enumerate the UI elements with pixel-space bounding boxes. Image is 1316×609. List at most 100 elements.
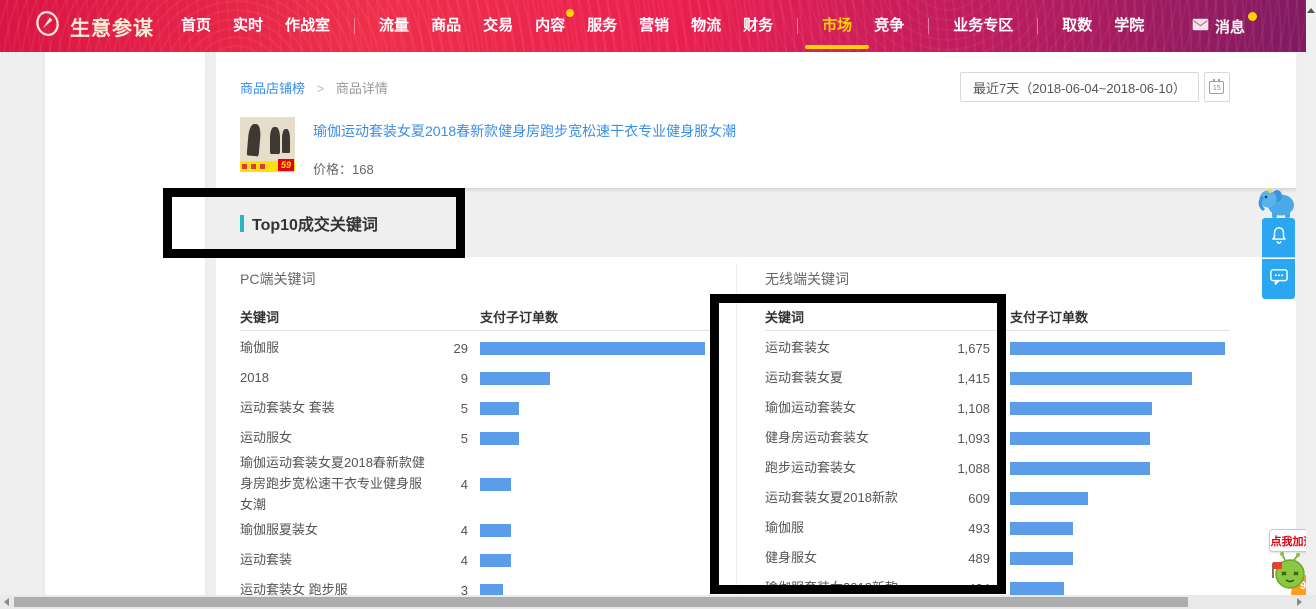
orders-bar-track <box>1010 462 1225 475</box>
notifications-button[interactable] <box>1262 218 1295 258</box>
breadcrumb-current: 商品详情 <box>336 81 388 96</box>
nav-item-label: 学院 <box>1114 17 1144 34</box>
nav-item-label: 商品 <box>431 17 461 34</box>
keyword-cell: 瑜伽服 <box>765 518 950 539</box>
scroll-up-icon[interactable] <box>1307 8 1315 13</box>
nav-item[interactable]: 流量 <box>379 0 409 52</box>
table-row: 运动套装女夏2018新款 609 <box>765 483 1230 513</box>
nav-item[interactable]: 商品 <box>431 0 461 52</box>
app-logo[interactable]: 生意参谋 <box>34 10 154 42</box>
keyword-cell: 瑜伽服套装女2018新款 <box>765 578 950 595</box>
orders-bar <box>1010 402 1152 415</box>
scroll-right-icon[interactable] <box>1297 598 1302 606</box>
orders-bar-track <box>1010 402 1225 415</box>
nav-item[interactable]: 内容 <box>535 0 565 52</box>
mascot-elephant-icon[interactable] <box>1257 185 1297 224</box>
table-row: 运动套装女夏 1,415 <box>765 363 1230 393</box>
horizontal-scrollbar[interactable] <box>0 595 1316 609</box>
nav-item[interactable]: 学院 <box>1114 0 1144 52</box>
orders-bar <box>1010 492 1088 505</box>
nav-menu: 首页 实时 作战室 流量 商品 交易 内容 服务 营销 物流 财务 市场 竞争 … <box>170 0 1155 52</box>
orders-bar <box>1010 582 1064 595</box>
keyword-cell: 运动套装女夏 <box>765 368 950 389</box>
wireless-table-header: 关键词 支付子订单数 <box>765 305 1230 331</box>
table-row: 运动服女 5 <box>240 423 712 453</box>
nav-item-label: 竞争 <box>874 17 904 34</box>
table-row: 瑜伽运动套装女夏2018春新款健身房跑步宽松速干衣专业健身服女潮 4 <box>240 453 712 515</box>
section-title-text: Top10成交关键词 <box>252 211 378 235</box>
nav-item-messages[interactable]: 消息 <box>1192 0 1245 52</box>
section-title: Top10成交关键词 <box>240 211 378 235</box>
table-row: 瑜伽服套装女2018新款 424 <box>765 573 1230 595</box>
orders-value: 3 <box>430 583 468 595</box>
keywords-card: PC端关键词 关键词 支付子订单数 瑜伽服 29 2018 9 运动套装女 套装… <box>216 257 1296 595</box>
orders-bar-track <box>480 402 705 415</box>
table-row: 运动套装女 套装 5 <box>240 393 712 423</box>
breadcrumb-link-rank[interactable]: 商品店铺榜 <box>240 81 305 96</box>
orders-bar-track <box>480 584 705 595</box>
orders-value: 1,088 <box>950 461 990 476</box>
orders-bar <box>1010 432 1150 445</box>
nav-item[interactable]: 实时 <box>233 0 263 52</box>
table-row: 运动套装女 1,675 <box>765 333 1230 363</box>
keyword-cell: 瑜伽服 <box>240 338 430 359</box>
orders-value: 29 <box>430 341 468 356</box>
nav-item[interactable]: 首页 <box>181 0 211 52</box>
nav-item-label: 物流 <box>691 17 721 34</box>
orders-bar <box>480 372 550 385</box>
orders-column-header: 支付子订单数 <box>1010 307 1088 326</box>
orders-bar <box>1010 522 1073 535</box>
keyword-cell: 2018 <box>240 368 430 389</box>
nav-item[interactable]: 竞争 <box>874 0 904 52</box>
nav-item-label: 服务 <box>587 17 617 34</box>
keyword-cell: 运动套装女 跑步服 <box>240 580 430 595</box>
orders-bar-track <box>480 478 705 491</box>
keyword-cell: 健身服女 <box>765 548 950 569</box>
nav-item[interactable]: 取数 <box>1062 0 1092 52</box>
orders-bar-track <box>480 432 705 445</box>
nav-item-label: 业务专区 <box>953 17 1013 34</box>
orders-bar-track <box>1010 342 1225 355</box>
section-accent-bar <box>240 215 244 232</box>
nav-divider <box>928 18 929 34</box>
date-range-selector[interactable]: 最近7天（2018-06-04~2018-06-10） <box>960 72 1199 102</box>
orders-value: 1,675 <box>950 341 990 356</box>
product-thumbnail[interactable]: 59 <box>240 117 295 172</box>
orders-bar-track <box>1010 522 1225 535</box>
mascot-speedup-icon[interactable] <box>1270 551 1310 598</box>
nav-item-label: 首页 <box>181 17 211 34</box>
nav-item[interactable]: 营销 <box>639 0 669 52</box>
nav-item[interactable]: 服务 <box>587 0 617 52</box>
keyword-cell: 跑步运动套装女 <box>765 458 950 479</box>
notification-dot <box>566 9 574 17</box>
horizontal-scrollbar-thumb[interactable] <box>14 597 1188 607</box>
product-info: 59 瑜伽运动套装女夏2018春新款健身房跑步宽松速干衣专业健身服女潮 价格：1… <box>240 117 736 178</box>
orders-bar-track <box>1010 552 1225 565</box>
feedback-chat-button[interactable] <box>1262 259 1295 299</box>
left-sidebar-panel <box>45 52 205 609</box>
keyword-cell: 运动服女 <box>240 428 430 449</box>
nav-item[interactable]: 交易 <box>483 0 513 52</box>
nav-item-label: 内容 <box>535 17 565 34</box>
nav-item[interactable]: 物流 <box>691 0 721 52</box>
table-row: 健身房运动套装女 1,093 <box>765 423 1230 453</box>
orders-value: 1,108 <box>950 401 990 416</box>
nav-item-label: 取数 <box>1062 17 1092 34</box>
nav-item-label: 市场 <box>822 17 852 34</box>
keyword-column-header: 关键词 <box>765 307 804 326</box>
scroll-left-icon[interactable] <box>4 598 9 606</box>
chat-bubble-icon <box>1269 268 1289 291</box>
table-row: 瑜伽运动套装女 1,108 <box>765 393 1230 423</box>
orders-bar <box>480 432 519 445</box>
nav-item[interactable]: 业务专区 <box>953 0 1013 52</box>
calendar-button[interactable]: 15 <box>1204 72 1230 102</box>
nav-item[interactable]: 市场 <box>822 0 852 52</box>
nav-item[interactable]: 财务 <box>743 0 773 52</box>
orders-bar-track <box>480 524 705 537</box>
scrollbar-corner <box>1306 595 1316 609</box>
nav-item[interactable]: 作战室 <box>285 0 330 52</box>
vertical-scrollbar[interactable] <box>1306 0 1316 595</box>
orders-value: 5 <box>430 431 468 446</box>
keyword-cell: 瑜伽运动套装女 <box>765 398 950 419</box>
product-title-link[interactable]: 瑜伽运动套装女夏2018春新款健身房跑步宽松速干衣专业健身服女潮 <box>313 121 736 141</box>
